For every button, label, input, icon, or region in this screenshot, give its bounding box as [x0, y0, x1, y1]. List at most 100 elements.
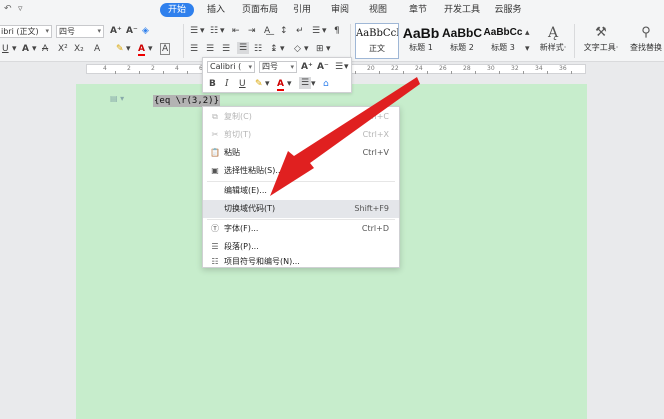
tab-view[interactable]: 视图: [364, 3, 392, 17]
chevron-down-icon[interactable]: ▾: [265, 79, 270, 89]
quick-access-dropdown-icon[interactable]: ▿: [18, 4, 23, 14]
tab-page-layout[interactable]: 页面布局: [238, 3, 282, 17]
distributed-align-icon[interactable]: ☷: [254, 44, 262, 54]
chevron-down-icon[interactable]: ▾: [220, 26, 225, 36]
ruler-number: 26: [439, 65, 447, 72]
chevron-down-icon[interactable]: ▾: [287, 79, 292, 89]
clear-format-icon[interactable]: ◈: [142, 26, 149, 36]
font-color-icon[interactable]: A: [277, 79, 284, 91]
chevron-down-icon[interactable]: ▾: [126, 44, 131, 54]
highlight-icon[interactable]: ✎: [255, 79, 263, 89]
line-spacing-icon[interactable]: ☰: [312, 26, 320, 36]
chevron-down-icon[interactable]: ▾: [344, 62, 349, 72]
context-menu: ⧉ 复制(C) Ctrl+C ✂ 剪切(T) Ctrl+X 📋 粘贴 Ctrl+…: [202, 106, 400, 268]
styles-scroll-up-icon[interactable]: ▴: [525, 28, 530, 38]
chevron-down-icon[interactable]: ▾: [200, 26, 205, 36]
chevron-down-icon[interactable]: ▾: [32, 44, 37, 54]
new-style-button[interactable]: Ą 新样式·: [536, 23, 570, 59]
chevron-down-icon[interactable]: ▾: [304, 44, 309, 54]
tab-cloud-service[interactable]: 云服务: [490, 3, 526, 17]
tab-chapter[interactable]: 章节: [404, 3, 432, 17]
underline-icon[interactable]: U: [239, 79, 246, 89]
shrink-font-icon[interactable]: A⁻: [126, 26, 138, 36]
subscript-icon[interactable]: X₂: [74, 44, 84, 54]
mini-font-size-select[interactable]: 四号 ▾: [259, 61, 297, 73]
increase-indent-icon[interactable]: ⇥: [248, 26, 256, 36]
ribbon-separator: [350, 24, 351, 58]
bold-icon[interactable]: B: [209, 79, 216, 89]
style-preview: AaBbCc: [483, 27, 523, 38]
highlight-icon[interactable]: ✎: [116, 44, 124, 54]
font-name-select[interactable]: ibri (正文) ▾: [0, 25, 52, 38]
mini-font-name-select[interactable]: Calibri (▾: [207, 61, 255, 73]
ruler-tick: [379, 71, 380, 74]
font-size-select[interactable]: 四号 ▾: [56, 25, 104, 38]
chevron-down-icon[interactable]: ▾: [322, 26, 327, 36]
chinese-layout-icon[interactable]: A͟: [264, 26, 270, 36]
tab-home[interactable]: 开始: [160, 3, 194, 17]
line-spacing-adjust-icon[interactable]: ↨: [270, 44, 278, 54]
bullet-list-icon[interactable]: ☰: [190, 26, 198, 36]
italic-icon[interactable]: I: [225, 79, 229, 89]
show-marks-icon[interactable]: ↵: [296, 26, 304, 36]
menu-item-bullets-numbering[interactable]: ☷ 项目符号和编号(N)...: [203, 256, 399, 268]
text-effect-icon[interactable]: A: [22, 44, 29, 54]
character-border-icon[interactable]: A: [160, 43, 171, 55]
tab-developer-tools[interactable]: 开发工具: [440, 3, 484, 17]
styles-expand-icon[interactable]: ▾: [525, 44, 530, 54]
chevron-down-icon[interactable]: ▾: [148, 44, 153, 54]
ribbon-separator: [183, 24, 184, 58]
tab-insert[interactable]: 插入: [202, 3, 230, 17]
decrease-indent-icon[interactable]: ⇤: [232, 26, 240, 36]
shading-icon[interactable]: ◇: [294, 44, 301, 54]
menu-item-font[interactable]: Ⓣ 字体(F)... Ctrl+D: [203, 220, 399, 238]
text-tools-label: 文字工具·: [583, 43, 619, 52]
align-justify-icon[interactable]: ☰: [237, 42, 250, 54]
text-tools-button[interactable]: ⚒ 文字工具·: [580, 23, 622, 59]
font-color-icon[interactable]: A: [138, 44, 145, 56]
style-heading-1[interactable]: AaBb 标题 1: [400, 23, 442, 59]
paragraph-marker-icon[interactable]: ▤ ▾: [110, 94, 124, 103]
sort-icon[interactable]: ↕: [280, 26, 288, 36]
menu-item-paste[interactable]: 📋 粘贴 Ctrl+V: [203, 144, 399, 162]
undo-icon[interactable]: ↶: [4, 4, 12, 14]
shrink-font-icon[interactable]: A⁻: [317, 62, 329, 72]
menu-tab-bar: ↶ ▿ 开始 插入 页面布局 引用 审阅 视图 章节 开发工具 云服务: [0, 0, 664, 20]
superscript-icon[interactable]: X²: [58, 44, 68, 54]
align-justify-icon[interactable]: ☰: [299, 77, 312, 89]
style-normal[interactable]: AaBbCcI 正文: [355, 23, 399, 59]
underline-icon[interactable]: U: [2, 44, 9, 54]
align-right-icon[interactable]: ☰: [222, 44, 230, 54]
text-case-icon[interactable]: A: [94, 44, 100, 54]
align-center-icon[interactable]: ☰: [206, 44, 214, 54]
menu-item-toggle-field-codes[interactable]: 切换域代码(T) Shift+F9: [203, 200, 399, 218]
ruler-number: 24: [415, 65, 423, 72]
menu-item-shortcut: Ctrl+D: [361, 224, 389, 233]
menu-item-paragraph[interactable]: ☰ 段落(P)...: [203, 238, 399, 256]
style-label: 标题 1: [409, 43, 433, 52]
format-painter-icon[interactable]: ⌂: [323, 79, 329, 89]
tab-references[interactable]: 引用: [288, 3, 316, 17]
strikethrough-icon[interactable]: A: [42, 44, 48, 54]
menu-item-edit-field[interactable]: 编辑域(E)...: [203, 182, 399, 200]
borders-icon[interactable]: ⊞: [316, 44, 324, 54]
chevron-down-icon[interactable]: ▾: [12, 44, 17, 54]
style-heading-2[interactable]: AaBbC 标题 2: [442, 23, 482, 59]
grow-font-icon[interactable]: A⁺: [110, 26, 122, 36]
style-label: 标题 3: [491, 43, 515, 52]
numbered-list-icon[interactable]: ☷: [210, 26, 218, 36]
line-spacing-icon[interactable]: ☰: [335, 62, 343, 72]
new-style-icon: Ą: [547, 25, 559, 41]
menu-item-cut[interactable]: ✂ 剪切(T) Ctrl+X: [203, 126, 399, 144]
grow-font-icon[interactable]: A⁺: [301, 62, 313, 72]
find-replace-button[interactable]: ⚲ 查找替换: [626, 23, 664, 59]
paragraph-mark-icon[interactable]: ¶: [334, 26, 340, 36]
menu-item-copy[interactable]: ⧉ 复制(C) Ctrl+C: [203, 108, 399, 126]
menu-item-paste-special[interactable]: ▣ 选择性粘贴(S)...: [203, 162, 399, 180]
tab-review[interactable]: 审阅: [326, 3, 354, 17]
chevron-down-icon[interactable]: ▾: [280, 44, 285, 54]
chevron-down-icon[interactable]: ▾: [326, 44, 331, 54]
style-heading-3[interactable]: AaBbCc 标题 3: [483, 23, 523, 59]
chevron-down-icon[interactable]: ▾: [311, 79, 316, 89]
align-left-icon[interactable]: ☰: [190, 44, 198, 54]
